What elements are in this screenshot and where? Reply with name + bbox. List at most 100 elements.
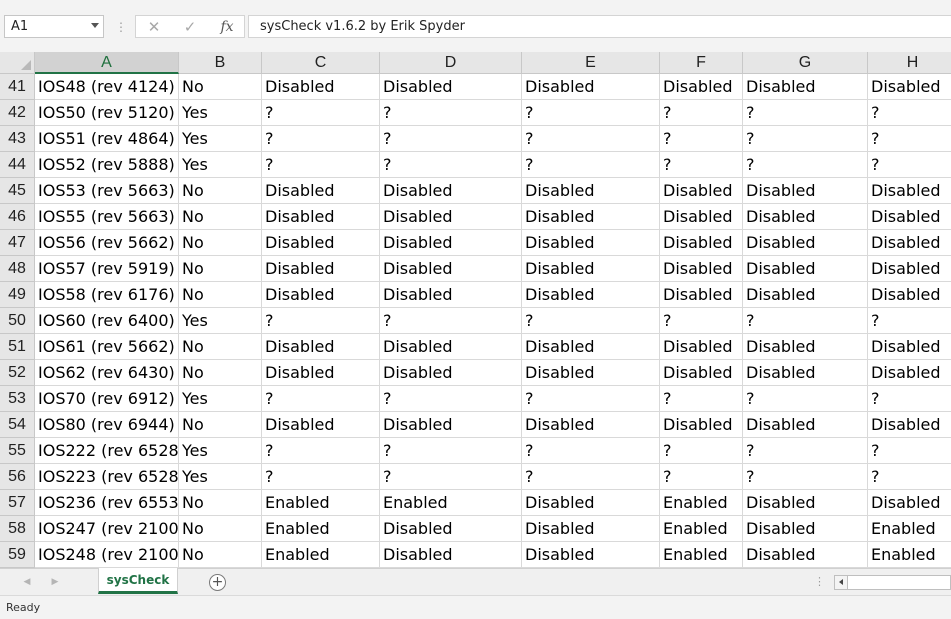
row-header[interactable]: 41 [0,74,35,100]
cell-d49[interactable]: Disabled [380,282,522,308]
cell-f57[interactable]: Enabled [660,490,743,516]
cell-a42[interactable]: IOS50 (rev 5120) [35,100,179,126]
cell-a43[interactable]: IOS51 (rev 4864) [35,126,179,152]
cell-d51[interactable]: Disabled [380,334,522,360]
cell-f49[interactable]: Disabled [660,282,743,308]
cell-h50[interactable]: ? [868,308,951,334]
cell-d54[interactable]: Disabled [380,412,522,438]
formula-bar-grip[interactable]: ⋮ [115,18,127,36]
add-sheet-icon[interactable]: + [209,574,226,591]
cell-a59[interactable]: IOS248 (rev 21000) [35,542,179,568]
close-icon[interactable]: ✕ [144,17,164,37]
column-header-d[interactable]: D [380,52,522,74]
cell-c57[interactable]: Enabled [262,490,380,516]
cell-b50[interactable]: Yes [179,308,262,334]
cell-d43[interactable]: ? [380,126,522,152]
cell-g59[interactable]: Disabled [743,542,868,568]
cell-f44[interactable]: ? [660,152,743,178]
cell-e58[interactable]: Disabled [522,516,660,542]
cell-c51[interactable]: Disabled [262,334,380,360]
column-header-g[interactable]: G [743,52,868,74]
cell-e51[interactable]: Disabled [522,334,660,360]
cell-b41[interactable]: No [179,74,262,100]
cell-f46[interactable]: Disabled [660,204,743,230]
cell-f47[interactable]: Disabled [660,230,743,256]
row-header[interactable]: 45 [0,178,35,204]
row-header[interactable]: 52 [0,360,35,386]
cell-h43[interactable]: ? [868,126,951,152]
cell-a57[interactable]: IOS236 (rev 65535) [35,490,179,516]
cell-b44[interactable]: Yes [179,152,262,178]
cell-e45[interactable]: Disabled [522,178,660,204]
row-header[interactable]: 50 [0,308,35,334]
cell-d48[interactable]: Disabled [380,256,522,282]
name-box[interactable]: A1 [4,15,104,38]
cell-f51[interactable]: Disabled [660,334,743,360]
cell-h49[interactable]: Disabled [868,282,951,308]
cell-h46[interactable]: Disabled [868,204,951,230]
cell-e59[interactable]: Disabled [522,542,660,568]
cell-a49[interactable]: IOS58 (rev 6176) [35,282,179,308]
row-header[interactable]: 44 [0,152,35,178]
cell-g50[interactable]: ? [743,308,868,334]
cell-h44[interactable]: ? [868,152,951,178]
cell-b54[interactable]: No [179,412,262,438]
cell-c45[interactable]: Disabled [262,178,380,204]
row-header[interactable]: 54 [0,412,35,438]
cell-h45[interactable]: Disabled [868,178,951,204]
cell-b47[interactable]: No [179,230,262,256]
cell-c52[interactable]: Disabled [262,360,380,386]
cell-b43[interactable]: Yes [179,126,262,152]
cell-e46[interactable]: Disabled [522,204,660,230]
cell-d53[interactable]: ? [380,386,522,412]
cell-g43[interactable]: ? [743,126,868,152]
column-header-e[interactable]: E [522,52,660,74]
tab-split-handle[interactable]: ⋮ [814,574,825,590]
cell-d57[interactable]: Enabled [380,490,522,516]
cell-c58[interactable]: Enabled [262,516,380,542]
cell-a46[interactable]: IOS55 (rev 5663) [35,204,179,230]
cell-c44[interactable]: ? [262,152,380,178]
cell-g42[interactable]: ? [743,100,868,126]
cell-e52[interactable]: Disabled [522,360,660,386]
cell-e53[interactable]: ? [522,386,660,412]
cell-c59[interactable]: Enabled [262,542,380,568]
row-header[interactable]: 43 [0,126,35,152]
cell-h57[interactable]: Disabled [868,490,951,516]
cell-c56[interactable]: ? [262,464,380,490]
row-header[interactable]: 53 [0,386,35,412]
cell-a44[interactable]: IOS52 (rev 5888) [35,152,179,178]
row-header[interactable]: 57 [0,490,35,516]
cell-b45[interactable]: No [179,178,262,204]
horizontal-scrollbar[interactable] [834,575,951,590]
row-header[interactable]: 46 [0,204,35,230]
cell-g51[interactable]: Disabled [743,334,868,360]
cell-d56[interactable]: ? [380,464,522,490]
cell-b59[interactable]: No [179,542,262,568]
row-header[interactable]: 51 [0,334,35,360]
cell-h56[interactable]: ? [868,464,951,490]
cell-g58[interactable]: Disabled [743,516,868,542]
cell-g47[interactable]: Disabled [743,230,868,256]
sheet-nav-prev-icon[interactable]: ◀ [21,575,33,589]
cell-e48[interactable]: Disabled [522,256,660,282]
cell-h48[interactable]: Disabled [868,256,951,282]
cell-g45[interactable]: Disabled [743,178,868,204]
cell-h55[interactable]: ? [868,438,951,464]
cell-h52[interactable]: Disabled [868,360,951,386]
cell-b56[interactable]: Yes [179,464,262,490]
cell-h47[interactable]: Disabled [868,230,951,256]
cell-e54[interactable]: Disabled [522,412,660,438]
function-icon[interactable]: fx [216,17,238,37]
cell-b52[interactable]: No [179,360,262,386]
cell-d55[interactable]: ? [380,438,522,464]
cell-c48[interactable]: Disabled [262,256,380,282]
cell-f52[interactable]: Disabled [660,360,743,386]
cell-d42[interactable]: ? [380,100,522,126]
cell-h41[interactable]: Disabled [868,74,951,100]
row-header[interactable]: 55 [0,438,35,464]
cell-a51[interactable]: IOS61 (rev 5662) [35,334,179,360]
cell-g56[interactable]: ? [743,464,868,490]
cell-g57[interactable]: Disabled [743,490,868,516]
cell-f43[interactable]: ? [660,126,743,152]
